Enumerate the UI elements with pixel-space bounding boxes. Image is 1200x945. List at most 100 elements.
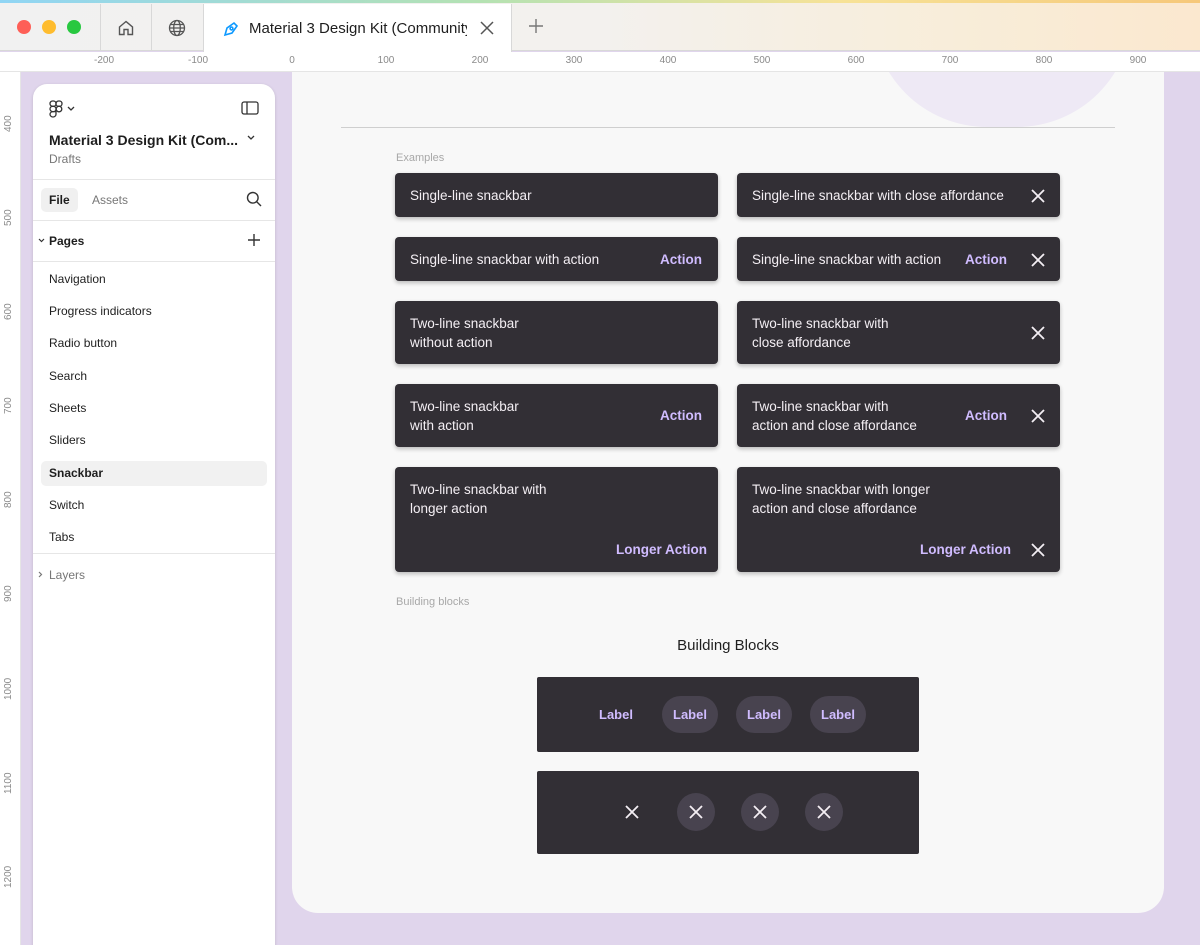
- close-button-focus[interactable]: [741, 793, 779, 831]
- ruler-tick: 200: [471, 55, 489, 66]
- page-item-switch[interactable]: Switch: [41, 493, 267, 518]
- snackbar-example[interactable]: Two-line snackbar with action Action: [395, 384, 718, 447]
- maximize-window-button[interactable]: [67, 20, 81, 34]
- ruler-tick: 700: [941, 55, 959, 66]
- chevron-down-icon: [67, 106, 75, 111]
- snackbar-text: Single-line snackbar: [410, 188, 532, 203]
- divider: [33, 179, 275, 180]
- snackbar-action-button[interactable]: Action: [660, 408, 702, 423]
- snackbar-action-button[interactable]: Action: [965, 408, 1007, 423]
- ruler-tick: 400: [659, 55, 677, 66]
- close-icon[interactable]: [479, 20, 495, 36]
- snackbar-example[interactable]: Two-line snackbar with action and close …: [737, 384, 1060, 447]
- pages-header[interactable]: Pages: [49, 234, 84, 248]
- ruler-tick: 500: [753, 55, 771, 66]
- examples-label: Examples: [396, 152, 445, 164]
- label-button-hover[interactable]: Label: [662, 696, 718, 733]
- snackbar-example[interactable]: Two-line snackbar with close affordance: [737, 301, 1060, 364]
- ruler-tick: 800: [1035, 55, 1053, 66]
- divider: [33, 553, 275, 554]
- label-button[interactable]: Label: [588, 696, 644, 733]
- add-page-icon[interactable]: [247, 233, 261, 247]
- page-item-sheets[interactable]: Sheets: [41, 396, 267, 421]
- snackbar-action-button[interactable]: Action: [660, 252, 702, 267]
- main-menu-button[interactable]: [49, 100, 75, 118]
- figma-logo-icon: [49, 100, 63, 118]
- chevron-down-icon[interactable]: [247, 135, 255, 141]
- close-icon[interactable]: [1031, 253, 1045, 267]
- design-file-icon: [223, 21, 239, 37]
- tab-assets[interactable]: Assets: [92, 193, 128, 207]
- layers-header[interactable]: Layers: [49, 568, 85, 582]
- building-blocks-label: Building blocks: [396, 596, 470, 608]
- page-item-tabs[interactable]: Tabs: [41, 525, 267, 550]
- close-icon[interactable]: [1031, 189, 1045, 203]
- ruler-tick: 1000: [3, 677, 14, 700]
- page-item-progress-indicators[interactable]: Progress indicators: [41, 299, 267, 324]
- snackbar-example[interactable]: Single-line snackbar with action Action: [395, 237, 718, 281]
- left-sidebar: Material 3 Design Kit (Com... Drafts Fil…: [33, 84, 275, 945]
- snackbar-example[interactable]: Two-line snackbar with longer action Lon…: [395, 467, 718, 572]
- close-icon: [753, 805, 767, 819]
- ruler-tick: 100: [377, 55, 395, 66]
- close-icon[interactable]: [1031, 326, 1045, 340]
- home-tab-button[interactable]: [100, 4, 151, 51]
- ruler-tick: 1100: [3, 772, 14, 794]
- snackbar-example[interactable]: Single-line snackbar with action Action: [737, 237, 1060, 281]
- label-building-blocks: Label Label Label Label: [537, 677, 919, 752]
- snackbar-text: Single-line snackbar with action: [410, 252, 600, 267]
- snackbar-action-button[interactable]: Longer Action: [616, 542, 707, 557]
- ruler-tick: 600: [3, 303, 14, 320]
- tab-title: Material 3 Design Kit (Community): [249, 19, 467, 37]
- frame-decoration: [872, 72, 1132, 127]
- ruler-tick: 1200: [3, 865, 14, 888]
- close-icon[interactable]: [1031, 543, 1045, 557]
- chevron-right-icon[interactable]: [38, 571, 43, 578]
- snackbar-example[interactable]: Single-line snackbar: [395, 173, 718, 217]
- page-item-search[interactable]: Search: [41, 364, 267, 389]
- snackbar-action-button[interactable]: Longer Action: [920, 542, 1011, 557]
- community-tab-button[interactable]: [151, 4, 202, 51]
- canvas-frame[interactable]: Examples Single-line snackbar Single-lin…: [292, 72, 1164, 913]
- minimize-window-button[interactable]: [42, 20, 56, 34]
- ruler-tick: 800: [3, 491, 14, 508]
- snackbar-example[interactable]: Two-line snackbar with longer action and…: [737, 467, 1060, 572]
- new-tab-plus-icon[interactable]: [528, 18, 544, 34]
- snackbar-text: Two-line snackbar with action: [410, 399, 519, 433]
- label-button-focus[interactable]: Label: [736, 696, 792, 733]
- chevron-down-icon[interactable]: [38, 238, 45, 243]
- divider: [33, 261, 275, 262]
- close-window-button[interactable]: [17, 20, 31, 34]
- close-button-hover[interactable]: [677, 793, 715, 831]
- ruler-tick: 500: [3, 209, 14, 226]
- page-item-radio-button[interactable]: Radio button: [41, 331, 267, 356]
- label-button-pressed[interactable]: Label: [810, 696, 866, 733]
- building-blocks-title: Building Blocks: [677, 637, 779, 654]
- ruler-tick: 300: [565, 55, 583, 66]
- window-titlebar: Material 3 Design Kit (Community): [0, 0, 1200, 52]
- page-item-sliders[interactable]: Sliders: [41, 428, 267, 453]
- tab-design-kit[interactable]: Material 3 Design Kit (Community): [203, 4, 512, 52]
- ruler-tick: 600: [847, 55, 865, 66]
- close-icon[interactable]: [1031, 409, 1045, 423]
- snackbar-example[interactable]: Single-line snackbar with close affordan…: [737, 173, 1060, 217]
- snackbar-example[interactable]: Two-line snackbar without action: [395, 301, 718, 364]
- tab-file[interactable]: File: [41, 188, 78, 212]
- search-icon[interactable]: [246, 191, 262, 207]
- page-item-navigation[interactable]: Navigation: [41, 267, 267, 292]
- close-icon: [689, 805, 703, 819]
- globe-icon: [168, 19, 186, 36]
- snackbar-action-button[interactable]: Action: [965, 252, 1007, 267]
- file-title[interactable]: Material 3 Design Kit (Com...: [49, 132, 238, 148]
- snackbar-text: Two-line snackbar with close affordance: [752, 316, 889, 350]
- toggle-sidebar-icon[interactable]: [241, 101, 259, 115]
- snackbar-text: Two-line snackbar without action: [410, 316, 519, 350]
- ruler-tick: -200: [93, 55, 115, 66]
- close-button[interactable]: [613, 793, 651, 831]
- close-icon: [625, 805, 639, 819]
- close-button-pressed[interactable]: [805, 793, 843, 831]
- file-location[interactable]: Drafts: [49, 152, 81, 166]
- page-item-snackbar[interactable]: Snackbar: [41, 461, 267, 486]
- ruler-tick: -100: [187, 55, 209, 66]
- frame-divider: [341, 127, 1115, 128]
